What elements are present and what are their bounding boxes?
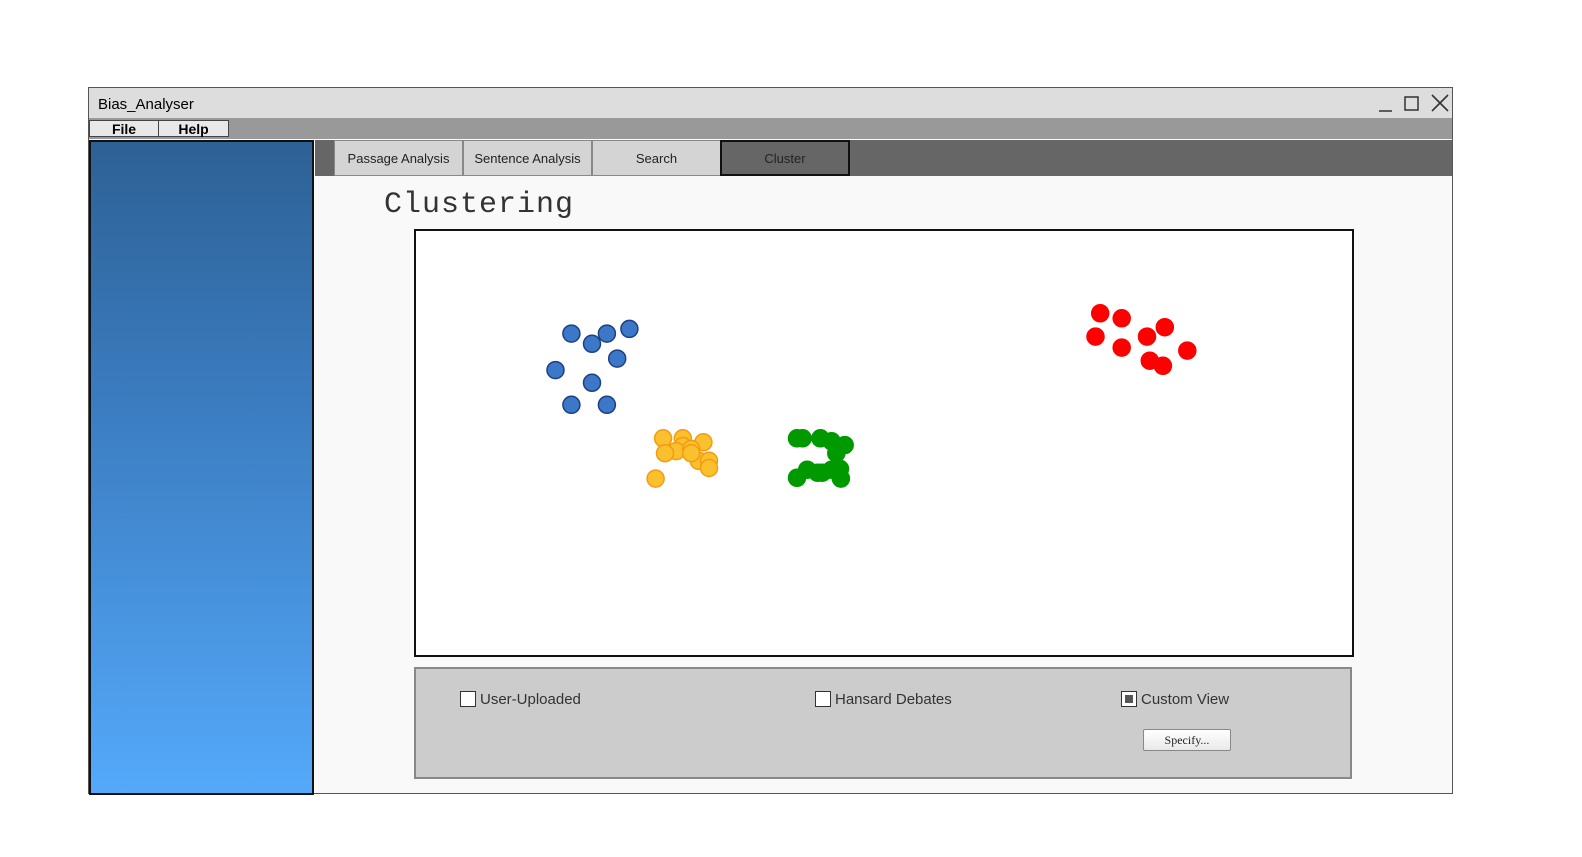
custom-view-checkbox[interactable]: [1121, 691, 1137, 707]
scatter-point: [1178, 341, 1197, 360]
scatter-point: [562, 324, 581, 343]
scatter-point: [546, 360, 565, 380]
scatter-point: [620, 319, 639, 339]
hansard-debates-label: Hansard Debates: [835, 691, 952, 708]
scatter-point: [1090, 304, 1110, 323]
title-bar: Bias_Analyser: [89, 88, 1452, 119]
tab-cluster[interactable]: Cluster: [720, 140, 850, 176]
scatter-point: [787, 468, 807, 488]
window-title: Bias_Analyser: [98, 96, 194, 113]
scatter-point: [831, 469, 851, 488]
tab-search[interactable]: Search: [592, 140, 721, 176]
user-uploaded-checkbox[interactable]: [460, 691, 476, 707]
cluster-plot: [414, 229, 1354, 657]
scatter-point: [597, 395, 617, 415]
menu-bar: File Help: [89, 119, 1452, 139]
app-window: Bias_Analyser File Help Passage Analysis…: [88, 87, 1453, 795]
close-icon[interactable]: [1429, 92, 1451, 114]
scatter-point: [582, 373, 602, 393]
sidebar: [89, 140, 314, 795]
minimize-icon[interactable]: [1374, 92, 1396, 114]
scatter-point: [699, 458, 719, 478]
scatter-point: [582, 334, 602, 354]
scatter-point: [1155, 317, 1175, 337]
menu-help[interactable]: Help: [158, 120, 229, 137]
options-panel: User-Uploaded Hansard Debates Custom Vie…: [414, 667, 1352, 779]
scatter-point: [1137, 327, 1157, 346]
tab-sentence-analysis[interactable]: Sentence Analysis: [463, 140, 592, 176]
specify-button[interactable]: Specify...: [1143, 729, 1231, 751]
scatter-point: [607, 349, 627, 368]
tab-bar: Passage Analysis Sentence Analysis Searc…: [315, 140, 1452, 176]
maximize-icon[interactable]: [1401, 92, 1423, 114]
scatter-point: [562, 395, 581, 415]
scatter-point: [597, 324, 617, 343]
scatter-point: [1153, 356, 1173, 376]
cluster-scatter: [546, 304, 1197, 488]
scatter-point: [1112, 338, 1131, 357]
custom-view-label: Custom View: [1141, 691, 1230, 708]
tab-passage-analysis[interactable]: Passage Analysis: [334, 140, 463, 176]
scatter-point: [646, 469, 665, 488]
page-title: Clustering: [384, 188, 575, 222]
scatter-point: [655, 443, 675, 463]
scatter-point: [1086, 327, 1105, 346]
hansard-debates-checkbox[interactable]: [815, 691, 831, 707]
scatter-point: [793, 429, 812, 448]
user-uploaded-label: User-Uploaded: [480, 691, 581, 708]
scatter-point: [1112, 309, 1131, 328]
scatter-point: [681, 443, 701, 463]
menu-file[interactable]: File: [89, 120, 159, 137]
scatter-point: [822, 432, 841, 451]
